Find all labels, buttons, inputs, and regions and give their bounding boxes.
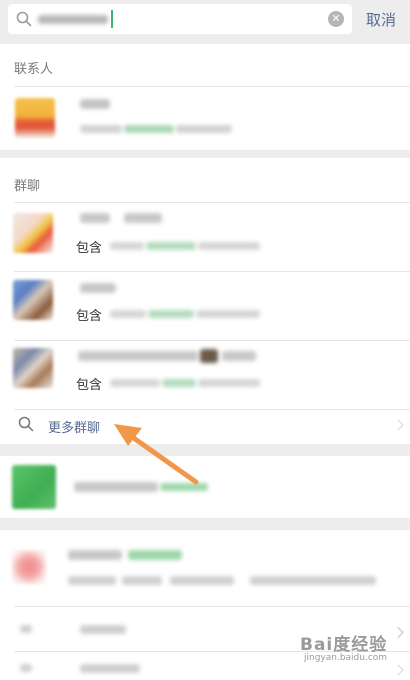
annotation-arrow	[114, 424, 199, 485]
watermark-url: jingyan.baidu.com	[304, 653, 388, 663]
watermark: Bai度经验 jingyan.baidu.com	[300, 628, 404, 670]
watermark-logo-text: Bai度经验	[300, 635, 388, 655]
